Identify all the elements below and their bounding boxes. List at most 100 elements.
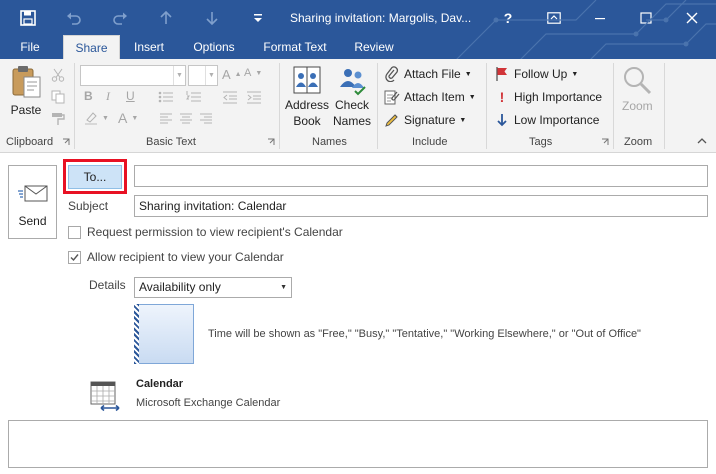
- exclamation-icon: !: [499, 89, 505, 105]
- signature-icon: [385, 114, 398, 127]
- check-names-label-2: Names: [333, 114, 372, 128]
- subject-field[interactable]: Sharing invitation: Calendar: [134, 195, 708, 217]
- up-arrow-icon[interactable]: [148, 0, 184, 35]
- save-icon[interactable]: [8, 0, 48, 35]
- include-group-label: Include: [412, 136, 448, 148]
- details-dropdown[interactable]: Availability only ▼: [134, 277, 292, 298]
- minimize-icon[interactable]: [578, 0, 622, 35]
- low-importance-label: Low Importance: [514, 113, 600, 127]
- italic-icon[interactable]: I: [106, 89, 110, 104]
- underline-icon[interactable]: U: [126, 89, 135, 103]
- high-importance-label: High Importance: [514, 90, 603, 104]
- align-right-icon[interactable]: [198, 111, 214, 127]
- zoom-label: Zoom: [622, 99, 653, 113]
- calendar-icon: [90, 381, 120, 412]
- names-group-label: Names: [312, 136, 347, 148]
- format-painter-icon[interactable]: [50, 111, 66, 127]
- group-separator: [486, 63, 487, 149]
- basic-text-group-label: Basic Text: [146, 136, 196, 148]
- tab-options[interactable]: Options: [184, 35, 244, 59]
- details-selected-value: Availability only: [139, 280, 221, 294]
- follow-up-button[interactable]: Follow Up ▼: [494, 66, 578, 82]
- signature-label: Signature: [404, 113, 456, 127]
- copy-icon[interactable]: [50, 89, 66, 105]
- tab-share[interactable]: Share: [63, 35, 120, 59]
- paste-label: Paste: [10, 103, 42, 117]
- low-importance-button[interactable]: Low Importance: [494, 112, 599, 128]
- address-book-label-1: Address: [285, 98, 330, 112]
- high-importance-button[interactable]: ! High Importance: [494, 89, 602, 105]
- down-arrow-icon[interactable]: [194, 0, 230, 35]
- font-color-icon[interactable]: A ▼: [118, 110, 138, 126]
- check-names-button[interactable]: Check Names: [333, 63, 371, 129]
- decrease-indent-icon[interactable]: [222, 89, 238, 105]
- font-size-combo[interactable]: ▼: [188, 65, 218, 86]
- basic-text-launcher-icon[interactable]: [266, 137, 276, 147]
- paperclip-icon: [385, 66, 398, 82]
- tab-format-text[interactable]: Format Text: [256, 35, 334, 59]
- maximize-icon[interactable]: [624, 0, 668, 35]
- ribbon-display-options-icon[interactable]: [532, 0, 576, 35]
- numbering-icon[interactable]: [186, 89, 202, 105]
- address-book-button[interactable]: Address Book: [285, 63, 329, 129]
- send-label: Send: [18, 214, 47, 228]
- clipboard-launcher-icon[interactable]: [61, 137, 71, 147]
- group-separator: [377, 63, 378, 149]
- compose-area: Send To... Subject Sharing invitation: C…: [0, 153, 716, 474]
- message-body[interactable]: [8, 420, 708, 468]
- attach-item-icon: [384, 90, 400, 105]
- check-names-icon: [340, 69, 366, 96]
- clipboard-group-label: Clipboard: [6, 136, 54, 148]
- align-left-icon[interactable]: [158, 111, 174, 127]
- customize-toolbar-icon[interactable]: [240, 0, 276, 35]
- to-field[interactable]: [134, 165, 708, 187]
- bold-icon[interactable]: B: [84, 89, 93, 103]
- help-button[interactable]: ?: [486, 0, 530, 35]
- cut-icon[interactable]: [50, 67, 66, 83]
- request-permission-label: Request permission to view recipient's C…: [87, 225, 343, 239]
- check-names-label-1: Check: [335, 98, 370, 112]
- attach-file-button[interactable]: Attach File ▼: [384, 66, 472, 82]
- undo-icon[interactable]: [56, 0, 92, 35]
- close-icon[interactable]: [670, 0, 714, 35]
- group-separator: [279, 63, 280, 149]
- down-arrow-blue-icon: [497, 114, 507, 127]
- allow-view-checkbox[interactable]: [68, 251, 81, 264]
- send-button[interactable]: Send: [8, 165, 57, 239]
- allow-view-label: Allow recipient to view your Calendar: [87, 250, 284, 264]
- group-separator: [74, 63, 75, 149]
- tab-insert[interactable]: Insert: [126, 35, 172, 59]
- redo-icon[interactable]: [102, 0, 138, 35]
- details-preview: [134, 304, 194, 364]
- tab-file[interactable]: File: [10, 35, 50, 59]
- chevron-down-icon: ▼: [280, 284, 287, 291]
- increase-indent-icon[interactable]: [246, 89, 262, 105]
- tags-launcher-icon[interactable]: [600, 137, 610, 147]
- flag-icon: [496, 67, 507, 81]
- attach-item-label: Attach Item: [404, 90, 465, 104]
- collapse-ribbon-icon[interactable]: [696, 135, 708, 147]
- signature-button[interactable]: Signature ▼: [384, 112, 466, 128]
- bullets-icon[interactable]: [158, 89, 174, 105]
- grow-font-icon[interactable]: A ▲: [222, 67, 242, 82]
- shrink-font-icon[interactable]: A ▼: [244, 67, 262, 79]
- attach-file-label: Attach File: [404, 67, 461, 81]
- font-name-combo[interactable]: ▼: [80, 65, 186, 86]
- request-permission-checkbox[interactable]: [68, 226, 81, 239]
- calendar-name: Calendar: [136, 378, 184, 390]
- paste-button[interactable]: Paste: [10, 65, 42, 117]
- address-book-label-2: Book: [293, 114, 321, 128]
- align-center-icon[interactable]: [178, 111, 194, 127]
- zoom-group-label: Zoom: [624, 136, 653, 148]
- zoom-button[interactable]: Zoom: [622, 65, 653, 113]
- group-separator: [613, 63, 614, 149]
- checkmark-icon: [70, 254, 79, 262]
- tab-review[interactable]: Review: [346, 35, 402, 59]
- title-bar: Sharing invitation: Margolis, Dav... ?: [0, 0, 716, 35]
- attach-item-button[interactable]: Attach Item ▼: [384, 89, 476, 105]
- highlight-icon[interactable]: ▼: [84, 111, 109, 125]
- details-label: Details: [89, 278, 126, 292]
- paste-icon: [12, 66, 41, 98]
- magnifier-icon: [624, 67, 652, 95]
- to-button-highlight: [63, 159, 127, 194]
